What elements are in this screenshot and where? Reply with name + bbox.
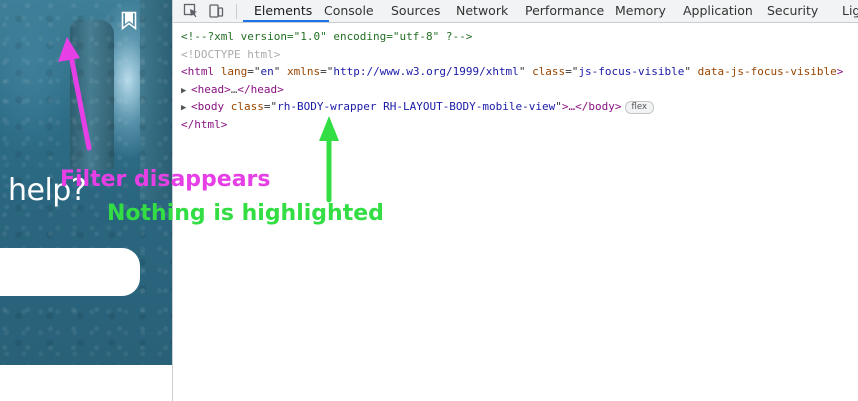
- html-attr-value: en: [260, 65, 274, 78]
- tab-lighthouse[interactable]: Lig: [842, 0, 858, 23]
- tab-performance[interactable]: Performance: [525, 0, 604, 23]
- tab-network[interactable]: Network: [456, 0, 508, 23]
- inspect-element-icon[interactable]: [183, 3, 199, 19]
- html-attr-name: data-js-focus-visible: [697, 65, 837, 78]
- tab-security[interactable]: Security: [767, 0, 818, 23]
- annotation-nothing-highlighted: Nothing is highlighted: [107, 201, 384, 226]
- head-open-tag: <head>: [191, 82, 231, 96]
- dom-tree: <!--?xml version="1.0" encoding="utf-8" …: [181, 28, 858, 133]
- website-footer-area: [0, 365, 172, 401]
- tab-memory[interactable]: Memory: [615, 0, 666, 23]
- dom-node-head[interactable]: ▶ <head>…</head>: [181, 81, 858, 99]
- body-attr-name: class: [230, 100, 264, 113]
- tab-application[interactable]: Application: [683, 0, 753, 23]
- html-attr-value: js-focus-visible: [578, 65, 685, 78]
- tab-sources[interactable]: Sources: [391, 0, 440, 23]
- tab-console[interactable]: Console: [324, 0, 374, 23]
- search-input[interactable]: [0, 248, 140, 296]
- dom-node-html-close[interactable]: </html>: [181, 116, 858, 134]
- flex-badge[interactable]: flex: [624, 101, 654, 114]
- head-close-tag: </head>: [237, 82, 284, 96]
- html-tag-name: <html: [181, 65, 215, 78]
- body-tag-name: body: [197, 100, 225, 113]
- dom-node-doctype[interactable]: <!DOCTYPE html>: [181, 46, 858, 64]
- html-attr-value: http://www.w3.org/1999/xhtml: [333, 65, 519, 78]
- html-attr-name: lang: [220, 65, 248, 78]
- dom-node-xml-declaration[interactable]: <!--?xml version="1.0" encoding="utf-8" …: [181, 28, 858, 46]
- devtools-toolbar: Elements Console Sources Network Perform…: [173, 0, 858, 23]
- device-toolbar-icon[interactable]: [208, 3, 224, 19]
- html-attr-name: xmlns: [287, 65, 321, 78]
- bookmark-icon[interactable]: [121, 11, 137, 30]
- annotation-filter-disappears: Filter disappears: [60, 167, 271, 192]
- body-close-tag: </body>: [575, 100, 622, 113]
- body-ellipsis: >…: [561, 100, 576, 113]
- body-attr-value: rh-BODY-wrapper RH-LAYOUT-BODY-mobile-vi…: [277, 100, 556, 113]
- active-tab-indicator: [243, 20, 329, 22]
- html-attr-name: class: [532, 65, 566, 78]
- toolbar-separator: [236, 4, 237, 19]
- dom-node-html[interactable]: <html lang="en" xmlns="http://www.w3.org…: [181, 63, 858, 81]
- dom-node-body[interactable]: ▶ <body class="rh-BODY-wrapper RH-LAYOUT-…: [181, 98, 858, 116]
